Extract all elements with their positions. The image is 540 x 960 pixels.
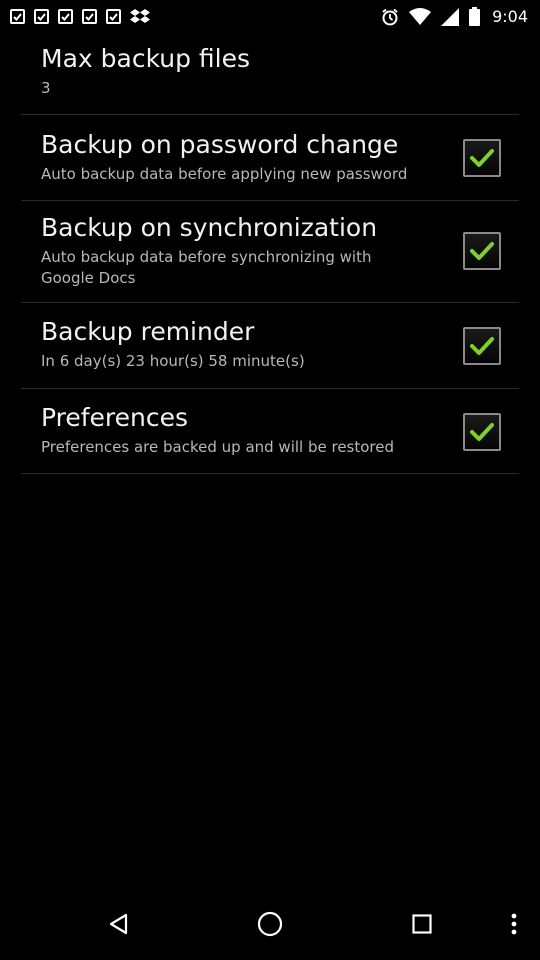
recents-button[interactable] — [382, 888, 462, 960]
setting-title: Backup reminder — [41, 317, 255, 346]
backup-on-password-change-setting[interactable]: Backup on password change Auto backup da… — [21, 115, 519, 201]
setting-summary: Auto backup data before synchronizing wi… — [41, 248, 372, 287]
notification-icon — [106, 9, 121, 24]
signal-icon — [441, 7, 460, 26]
setting-summary: 3 — [41, 79, 51, 97]
backup-on-password-change-checkbox[interactable] — [463, 139, 501, 177]
max-backup-files-setting[interactable]: Max backup files 3 — [21, 33, 519, 115]
check-icon — [470, 242, 494, 260]
notification-icons — [10, 0, 150, 33]
back-icon — [109, 913, 128, 935]
notification-icon — [10, 9, 25, 24]
setting-title: Backup on synchronization — [41, 213, 378, 242]
check-icon — [470, 337, 494, 355]
setting-title: Backup on password change — [41, 130, 399, 159]
notification-icon — [82, 9, 97, 24]
setting-title: Max backup files — [41, 44, 251, 73]
preferences-checkbox[interactable] — [463, 413, 501, 451]
more-options-icon — [511, 913, 517, 935]
setting-summary: Preferences are backed up and will be re… — [41, 438, 395, 456]
setting-title: Preferences — [41, 403, 189, 432]
back-button[interactable] — [78, 888, 158, 960]
navigation-bar — [0, 888, 540, 960]
backup-reminder-checkbox[interactable] — [463, 327, 501, 365]
backup-on-synchronization-setting[interactable]: Backup on synchronization Auto backup da… — [21, 201, 519, 303]
check-icon — [470, 149, 494, 167]
status-bar: 9:04 — [0, 0, 540, 33]
backup-reminder-setting[interactable]: Backup reminder In 6 day(s) 23 hour(s) 5… — [21, 303, 519, 389]
backup-on-synchronization-checkbox[interactable] — [463, 232, 501, 270]
home-icon — [257, 911, 283, 937]
check-icon — [470, 423, 494, 441]
dropbox-icon — [130, 8, 150, 23]
notification-icon — [58, 9, 73, 24]
recents-icon — [412, 914, 432, 934]
setting-summary: Auto backup data before applying new pas… — [41, 165, 408, 183]
alarm-icon — [382, 8, 398, 25]
home-button[interactable] — [230, 888, 310, 960]
battery-icon — [469, 7, 481, 26]
settings-list: Max backup files 3 Backup on password ch… — [0, 33, 540, 474]
wifi-icon — [409, 7, 432, 25]
preferences-setting[interactable]: Preferences Preferences are backed up an… — [21, 389, 519, 474]
notification-icon — [34, 9, 49, 24]
status-time: 9:04 — [492, 7, 528, 26]
more-options-button[interactable] — [494, 888, 534, 960]
setting-summary: In 6 day(s) 23 hour(s) 58 minute(s) — [41, 352, 305, 370]
